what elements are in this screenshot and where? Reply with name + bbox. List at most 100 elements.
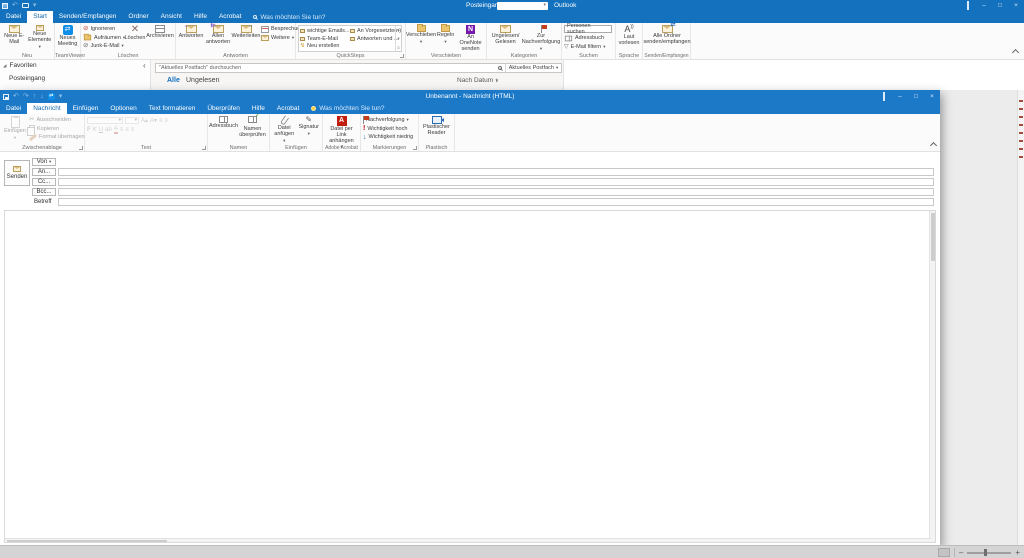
tab-datei[interactable]: Datei xyxy=(0,103,27,114)
send-receive-icon[interactable] xyxy=(2,3,8,9)
address-book-button[interactable]: Adressbuch xyxy=(210,116,237,130)
font-size-select[interactable]: ▾ xyxy=(125,117,139,124)
quickstep-item[interactable]: Team-E-Mail xyxy=(300,35,348,43)
rules-button[interactable]: Regeln▾ xyxy=(435,25,456,44)
tab-senden-empfangen[interactable]: Senden/Empfangen xyxy=(53,11,122,23)
ribbon-display-options-icon[interactable] xyxy=(876,90,892,103)
redo-icon[interactable]: ↷ xyxy=(23,93,29,100)
font-name-select[interactable]: ▾ xyxy=(87,117,123,124)
new-meeting-button[interactable]: ⇄Neues Meeting xyxy=(57,25,78,48)
cc-field[interactable] xyxy=(58,178,934,186)
collapse-ribbon-icon[interactable] xyxy=(930,142,937,149)
cc-button[interactable]: Cc... xyxy=(32,178,56,186)
filter-email-button[interactable]: ▽E-Mail filtern▾ xyxy=(564,43,613,51)
meeting-button[interactable]: Besprechung xyxy=(261,25,293,34)
body-vertical-scrollbar[interactable] xyxy=(929,211,935,542)
maximize-icon[interactable]: □ xyxy=(992,0,1008,11)
print-icon[interactable] xyxy=(22,3,29,8)
new-email-button[interactable]: Neue E-Mail xyxy=(2,25,27,46)
reply-button[interactable]: ←Antworten xyxy=(178,25,204,40)
text-dialog-launcher[interactable] xyxy=(202,146,206,150)
bcc-field[interactable] xyxy=(58,188,934,196)
cleanup-button[interactable]: Aufräumen▾ xyxy=(83,34,123,43)
qat-customize-icon[interactable]: ▾ xyxy=(33,2,37,9)
next-item-icon[interactable]: ↓ xyxy=(40,93,44,100)
bullet-list-icon[interactable]: ≡ xyxy=(159,118,163,124)
unread-read-button[interactable]: Ungelesen/ Gelesen xyxy=(489,25,522,46)
quicksteps-scroll[interactable]: ▴▾≡ xyxy=(395,26,401,51)
undo-icon[interactable]: ↶ xyxy=(12,2,18,9)
onenote-button[interactable]: NAn OneNote senden xyxy=(457,25,484,52)
delete-button[interactable]: ✕Löschen xyxy=(124,25,146,42)
paste-button[interactable]: Einfügen▾ xyxy=(2,116,28,140)
cut-button[interactable]: ✂Ausschneiden xyxy=(29,116,77,125)
send-receive-all-button[interactable]: ⇄Alle Ordner senden/empfangen xyxy=(645,25,689,46)
filter-ungelesen[interactable]: Ungelesen xyxy=(186,77,219,84)
signature-button[interactable]: ✎Signatur▾ xyxy=(297,116,320,136)
minimize-icon[interactable]: – xyxy=(892,90,908,103)
to-button[interactable]: An... xyxy=(32,168,56,176)
zoom-slider[interactable] xyxy=(967,552,1011,554)
mail-search-box[interactable]: "Aktuelles Postfach" durchsuchen Aktuell… xyxy=(155,63,562,73)
immersive-reader-button[interactable]: Plastischer Reader xyxy=(421,116,452,137)
ribbon-display-options-icon[interactable] xyxy=(960,0,976,11)
to-field[interactable] xyxy=(58,168,934,176)
read-aloud-button[interactable]: A))Laut vorlesen xyxy=(618,25,640,47)
followup-button[interactable]: Zur Nachverfolgung▾ xyxy=(523,25,559,51)
tab-nachricht[interactable]: Nachricht xyxy=(27,103,66,114)
main-scrollbar[interactable] xyxy=(1017,90,1024,545)
bold-icon[interactable]: F xyxy=(87,127,91,133)
close-icon[interactable]: × xyxy=(924,90,940,103)
junk-button[interactable]: ⊘Junk-E-Mail▾ xyxy=(83,42,123,51)
message-body[interactable] xyxy=(4,210,936,543)
high-importance-button[interactable]: !Wichtigkeit hoch xyxy=(363,125,415,134)
zoom-out-icon[interactable]: – xyxy=(959,549,963,557)
people-search-box[interactable]: Personen suchen xyxy=(564,25,612,33)
align-right-icon[interactable]: ≡ xyxy=(131,127,135,133)
copy-button[interactable]: Kopieren xyxy=(29,125,77,134)
send-button[interactable]: Senden xyxy=(4,160,30,186)
favorites-header[interactable]: ◢Favoriten xyxy=(3,62,37,69)
titlebar-search-box[interactable]: ▾ xyxy=(497,2,548,10)
low-importance-button[interactable]: ↓Wichtigkeit niedrig xyxy=(363,133,415,142)
scrollbar-thumb[interactable] xyxy=(931,213,935,261)
address-book-button[interactable]: Adressbuch xyxy=(564,34,613,42)
tab-ordner[interactable]: Ordner xyxy=(122,11,154,23)
tags-dialog-launcher[interactable] xyxy=(413,146,417,150)
collapse-folder-pane-icon[interactable]: ‹ xyxy=(143,61,146,70)
quicksteps-dialog-launcher[interactable] xyxy=(400,54,404,58)
ignore-button[interactable]: ⊘Ignorieren xyxy=(83,25,123,34)
tab-text-formatieren[interactable]: Text formatieren xyxy=(143,103,202,114)
quickstep-item[interactable]: ↯Neu erstellen xyxy=(300,42,348,50)
sidebar-item-posteingang[interactable]: Posteingang xyxy=(9,75,45,82)
number-list-icon[interactable]: ≡ xyxy=(165,118,169,124)
tell-me-box[interactable]: Was möchten Sie tun? xyxy=(247,11,331,23)
archive-button[interactable]: Archivieren xyxy=(147,25,173,40)
sort-direction-icon[interactable]: ↑ xyxy=(495,77,498,84)
save-icon[interactable] xyxy=(3,94,9,100)
shrink-font-icon[interactable]: A▾ xyxy=(150,118,157,124)
previous-item-icon[interactable]: ↑ xyxy=(33,93,37,100)
quickstep-item[interactable]: An Vorgesetzte(n) xyxy=(350,27,394,35)
highlight-icon[interactable]: ab xyxy=(105,127,112,133)
tab-start[interactable]: Start xyxy=(27,11,53,23)
search-scope-dropdown[interactable]: Aktuelles Postfach▾ xyxy=(506,65,561,71)
follow-up-button[interactable]: Nachverfolgung▾ xyxy=(363,116,415,125)
bcc-button[interactable]: Bcc... xyxy=(32,188,56,196)
body-horizontal-scrollbar[interactable] xyxy=(5,538,931,542)
minimize-icon[interactable]: – xyxy=(976,0,992,11)
underline-icon[interactable]: U xyxy=(99,127,103,133)
tab-acrobat[interactable]: Acrobat xyxy=(213,11,247,23)
tab-ueberpruefen[interactable]: Überprüfen xyxy=(201,103,246,114)
from-button[interactable]: Von▾ xyxy=(32,158,56,166)
align-center-icon[interactable]: ≡ xyxy=(125,127,129,133)
clipboard-dialog-launcher[interactable] xyxy=(79,146,83,150)
quickstep-item[interactable]: Antworten und ... xyxy=(350,35,394,43)
italic-icon[interactable]: K xyxy=(93,127,97,133)
font-color-icon[interactable]: A xyxy=(114,126,118,134)
teamviewer-qat-icon[interactable]: ⇄ xyxy=(48,93,55,100)
tab-datei[interactable]: Datei xyxy=(0,11,27,23)
grow-font-icon[interactable]: A▴ xyxy=(141,118,148,124)
close-icon[interactable]: × xyxy=(1008,0,1024,11)
tab-hilfe[interactable]: Hilfe xyxy=(188,11,213,23)
